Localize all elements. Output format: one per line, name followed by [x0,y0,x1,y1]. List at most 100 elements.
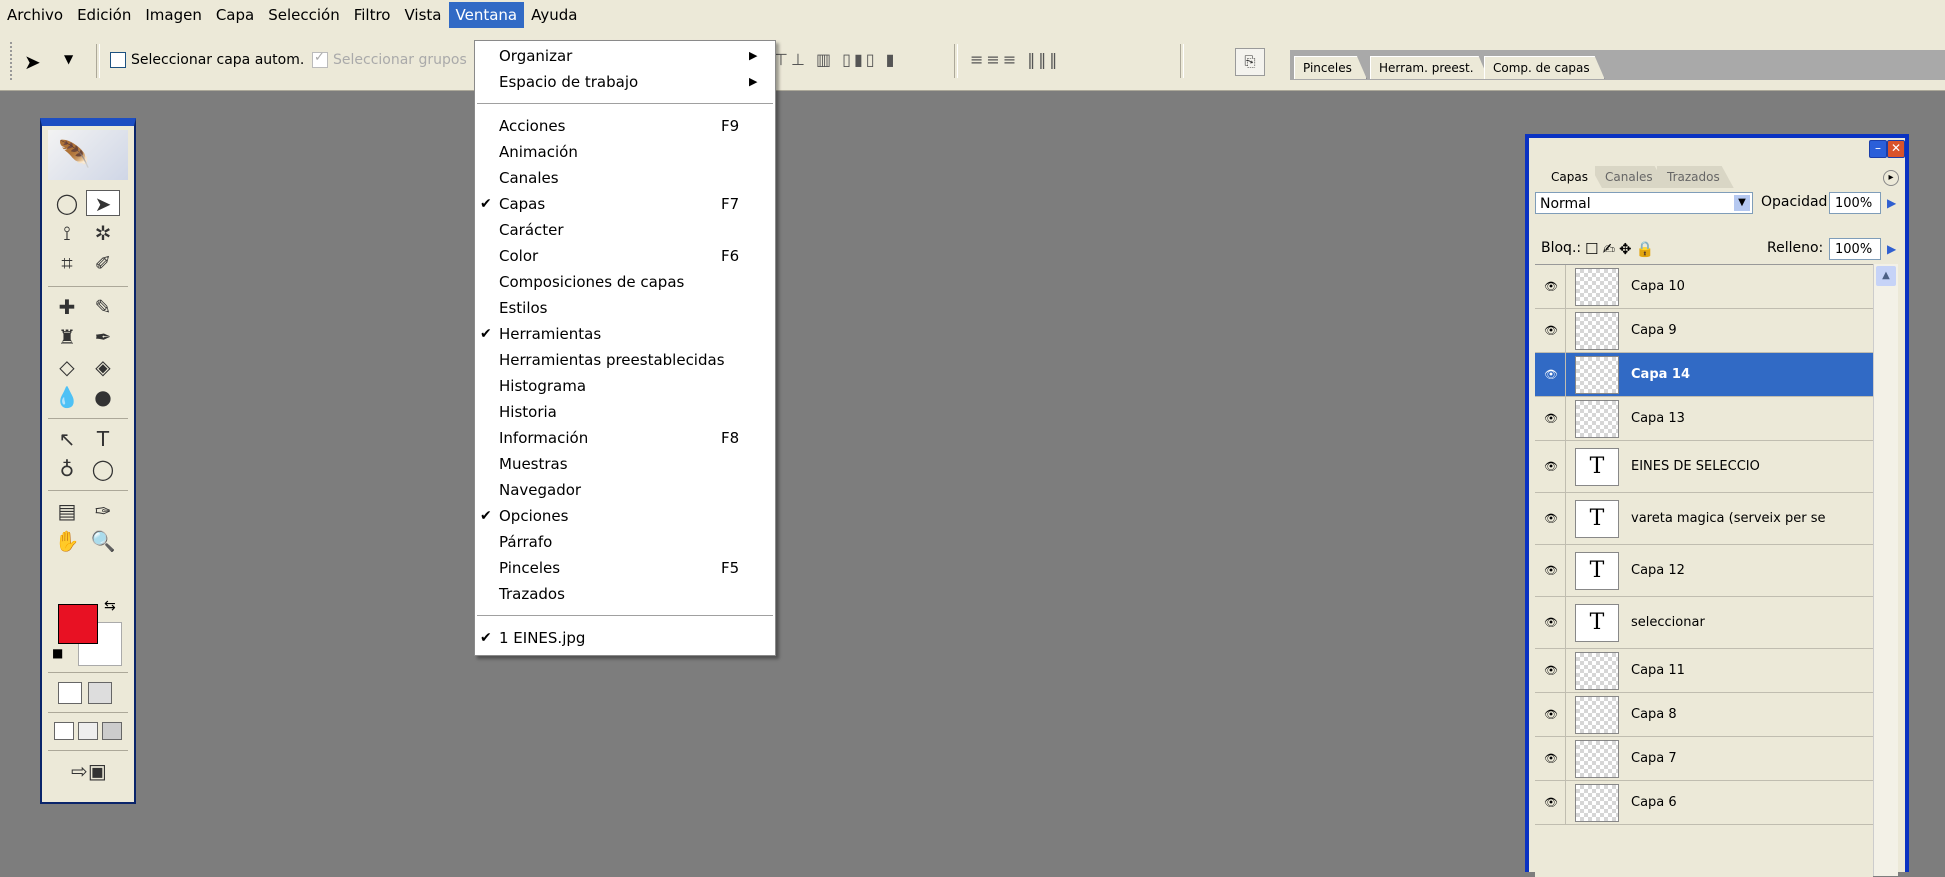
layer-row[interactable]: 👁 Tvareta magica (serveix per se [1535,493,1873,545]
screen-mode-full-button[interactable] [102,722,122,740]
layer-row[interactable]: 👁 Capa 14 [1535,353,1873,397]
lasso-tool-icon[interactable]: ⟟ [50,220,84,246]
window-menu-item[interactable]: ✔ Opciones [475,503,775,529]
menu-capa[interactable]: Capa [209,2,261,28]
window-menu-item[interactable]: ✔ 1 EINES.jpg [475,625,775,651]
panel-menu-icon[interactable]: ▸ [1883,170,1899,186]
hand-tool-icon[interactable]: ✋ [50,528,84,554]
menu-filtro[interactable]: Filtro [347,2,398,28]
window-menu-item[interactable]: Acciones F9 [475,113,775,139]
window-menu-item[interactable]: Muestras [475,451,775,477]
eye-icon[interactable]: 👁 [1537,397,1566,440]
layers-panel-titlebar[interactable]: – ✕ [1529,138,1905,158]
auto-select-layer-checkbox[interactable]: Seleccionar capa autom. [110,52,304,68]
foreground-color-swatch[interactable] [58,604,98,644]
auto-select-groups-checkbox[interactable]: Seleccionar grupos [312,50,467,68]
blend-mode-select[interactable]: Normal ▼ [1535,192,1753,214]
eye-icon[interactable]: 👁 [1537,441,1566,492]
layer-row[interactable]: 👁 Capa 9 [1535,309,1873,353]
slice-tool-icon[interactable]: ✐ [86,250,120,276]
fill-slider-arrow-icon[interactable]: ▶ [1887,242,1896,256]
close-icon[interactable]: ✕ [1887,140,1905,158]
notes-tool-icon[interactable]: ▤ [50,498,84,524]
fill-input[interactable]: 100% [1829,238,1881,260]
layer-row[interactable]: 👁 Capa 6 [1535,781,1873,825]
dock-tab-herram-preest[interactable]: Herram. preest. [1370,56,1489,79]
pen-tool-icon[interactable]: ♁ [50,456,84,482]
standard-mode-button[interactable] [58,682,82,704]
window-menu-item[interactable]: Canales [475,165,775,191]
eye-icon[interactable]: 👁 [1537,353,1566,396]
eye-icon[interactable]: 👁 [1537,737,1566,780]
dock-tab-comp-de-capas[interactable]: Comp. de capas [1484,56,1605,79]
window-menu-item[interactable]: Organizar ▶ [475,43,775,69]
screen-mode-standard-button[interactable] [54,722,74,740]
layer-row[interactable]: 👁 Capa 11 [1535,649,1873,693]
window-menu-item[interactable]: ✔ Capas F7 [475,191,775,217]
eye-icon[interactable]: 👁 [1537,649,1566,692]
eye-icon[interactable]: 👁 [1537,597,1566,648]
window-menu-item[interactable]: Información F8 [475,425,775,451]
layer-row[interactable]: 👁 T EINES DE SELECCIO [1535,441,1873,493]
layer-row[interactable]: 👁 Capa 7 [1535,737,1873,781]
tab-capas[interactable]: Capas [1541,166,1602,188]
paint-bucket-tool-icon[interactable]: ◈ [86,354,120,380]
minimize-icon[interactable]: – [1869,140,1887,158]
crop-tool-icon[interactable]: ⌗ [50,250,84,276]
menu-vista[interactable]: Vista [398,2,449,28]
menu-seleccion[interactable]: Selección [261,2,347,28]
jump-to-imageready-icon[interactable]: ⇨▣ [64,758,114,784]
healing-brush-tool-icon[interactable]: ✚ [50,294,84,320]
zoom-tool-icon[interactable]: 🔍 [86,528,120,554]
tab-trazados[interactable]: Trazados [1657,166,1734,188]
window-menu-item[interactable]: Herramientas preestablecidas [475,347,775,373]
window-menu-item[interactable]: Animación [475,139,775,165]
magic-wand-tool-icon[interactable]: ✲ [86,220,120,246]
default-colors-icon[interactable]: ■ [52,646,63,660]
opacity-slider-arrow-icon[interactable]: ▶ [1887,196,1896,210]
clone-stamp-tool-icon[interactable]: ♜ [50,324,84,350]
eye-icon[interactable]: 👁 [1537,545,1566,596]
layer-row[interactable]: 👁 T Capa 12 [1535,545,1873,597]
scroll-up-icon[interactable]: ▲ [1876,266,1896,286]
window-menu-item[interactable]: Estilos [475,295,775,321]
window-menu-item[interactable]: ✔ Herramientas [475,321,775,347]
tab-canales[interactable]: Canales [1595,166,1667,188]
opacity-input[interactable]: 100% [1829,192,1881,214]
menu-ayuda[interactable]: Ayuda [524,2,584,28]
swap-colors-icon[interactable]: ⇆ [104,598,116,614]
marquee-tool-icon[interactable]: ◯ [50,190,84,216]
eraser-tool-icon[interactable]: ◇ [50,354,84,380]
eye-icon[interactable]: 👁 [1537,493,1566,544]
eyedropper-tool-icon[interactable]: ✑ [86,498,120,524]
eye-icon[interactable]: 👁 [1537,693,1566,736]
ellipse-tool-icon[interactable]: ◯ [86,456,120,482]
lock-icons[interactable]: ☐✍✥🔒 [1585,240,1658,258]
photoshop-feather-logo[interactable]: 🪶 [48,130,128,180]
type-tool-icon[interactable]: T [86,426,120,452]
eye-icon[interactable]: 👁 [1537,265,1566,308]
dodge-tool-icon[interactable]: ● [86,384,120,410]
menu-archivo[interactable]: Archivo [0,2,70,28]
window-menu-item[interactable]: Historia [475,399,775,425]
window-menu-item[interactable]: Pinceles F5 [475,555,775,581]
window-menu-item[interactable]: Espacio de trabajo ▶ [475,69,775,95]
brush-tool-icon[interactable]: ✎ [86,294,120,320]
eye-icon[interactable]: 👁 [1537,309,1566,352]
window-menu-item[interactable]: Párrafo [475,529,775,555]
menu-edicion[interactable]: Edición [70,2,138,28]
layer-row[interactable]: 👁 Capa 13 [1535,397,1873,441]
palette-toggle-icon[interactable]: ⎘ [1235,48,1265,76]
window-menu-item[interactable]: Histograma [475,373,775,399]
layers-scrollbar[interactable]: ▲ [1873,264,1898,876]
dock-tab-pinceles[interactable]: Pinceles [1294,56,1367,79]
move-tool-icon[interactable]: ➤ [86,190,120,216]
window-menu-item[interactable]: Navegador [475,477,775,503]
path-selection-tool-icon[interactable]: ↖ [50,426,84,452]
layer-row[interactable]: 👁 Capa 8 [1535,693,1873,737]
menu-imagen[interactable]: Imagen [138,2,208,28]
align-icons[interactable]: ⊤⊥ ▥ ▯▮▯ ▮ [774,50,897,69]
window-menu-item[interactable]: Color F6 [475,243,775,269]
eye-icon[interactable]: 👁 [1537,781,1566,824]
quick-mask-button[interactable] [88,682,112,704]
